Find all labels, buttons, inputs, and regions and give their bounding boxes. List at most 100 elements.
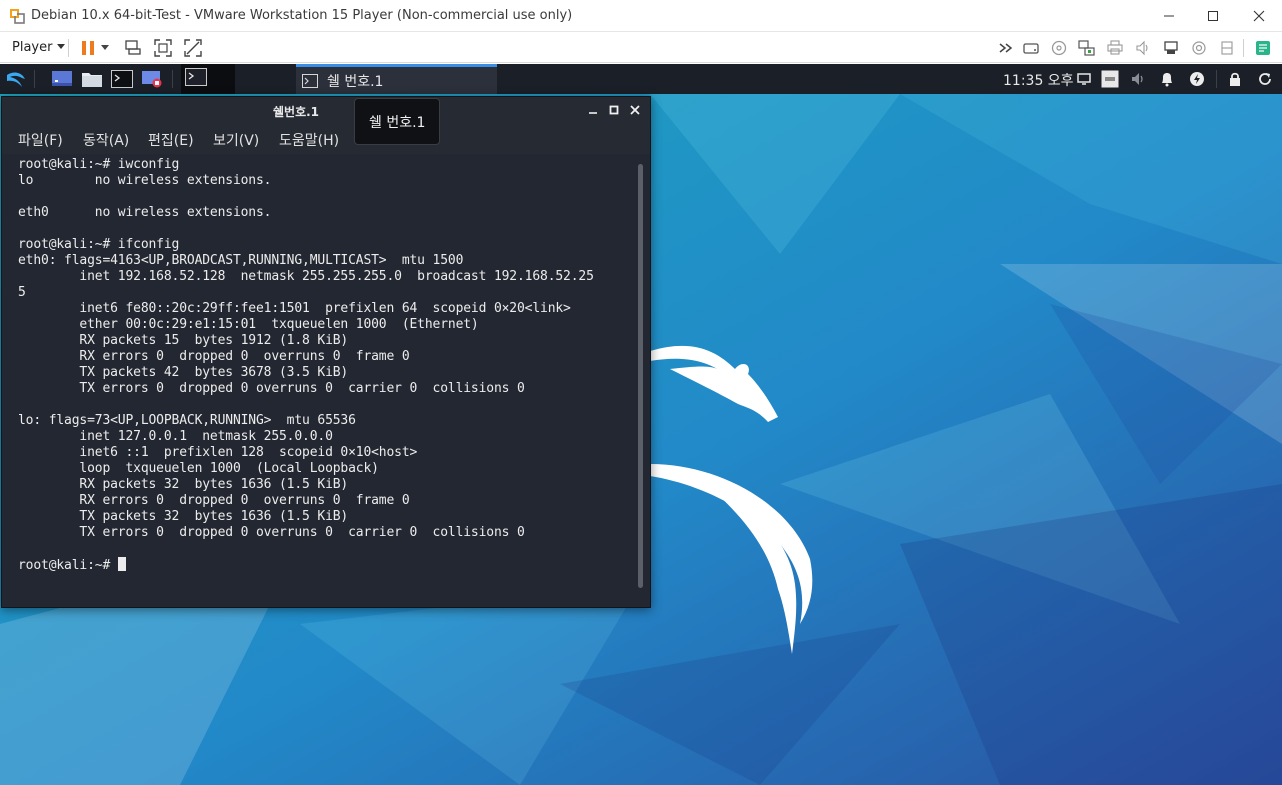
hdd-icon xyxy=(1023,43,1039,54)
pause-dropdown-button[interactable] xyxy=(97,37,113,59)
workspace-switcher[interactable] xyxy=(181,64,235,94)
launcher-screen-recorder[interactable] xyxy=(140,68,164,90)
lock-screen-button[interactable] xyxy=(1226,70,1244,88)
refresh-icon xyxy=(1259,73,1271,85)
power-icon xyxy=(1190,72,1204,86)
panel-divider xyxy=(172,70,173,88)
terminal-icon xyxy=(302,73,318,88)
hdd-button[interactable] xyxy=(1020,37,1042,59)
unity-button[interactable] xyxy=(182,37,204,59)
taskbar-tooltip: 쉘 번호.1 xyxy=(354,98,441,145)
display-tray-button[interactable] xyxy=(1075,70,1093,88)
cd-icon xyxy=(1051,40,1067,56)
menu-actions[interactable]: 동작(A) xyxy=(83,130,129,150)
minimize-icon xyxy=(589,112,597,114)
pause-button[interactable] xyxy=(77,37,99,59)
terminal-prompt: root@kali:~# xyxy=(18,558,118,573)
chevron-down-icon xyxy=(101,45,109,50)
terminal-icon xyxy=(111,70,133,88)
launcher-terminal[interactable] xyxy=(110,68,134,90)
recorder-icon xyxy=(142,71,162,88)
terminal-title: 쉘번호.1 xyxy=(272,105,320,119)
toolbar-divider xyxy=(1243,39,1244,57)
printer-icon xyxy=(1107,40,1123,55)
send-ctrl-alt-del-button[interactable] xyxy=(122,37,144,59)
fullscreen-button[interactable] xyxy=(152,37,174,59)
window-title: Debian 10.x 64-bit-Test - VMware Worksta… xyxy=(31,8,573,23)
send-ctrl-alt-del-icon xyxy=(125,40,141,55)
close-icon xyxy=(1253,10,1265,22)
network-icon xyxy=(1078,40,1095,56)
terminal-maximize-button[interactable] xyxy=(606,102,622,118)
menu-edit[interactable]: 편집(E) xyxy=(148,130,194,150)
terminal-close-button[interactable] xyxy=(627,102,643,118)
workspace-preview-icon xyxy=(185,68,207,86)
panel-divider xyxy=(1216,70,1217,88)
terminal-window[interactable]: 쉘번호.1 파일(F) 동작(A) 편집(E) 보기(V) 도움말(H) roo… xyxy=(1,96,651,608)
menu-help[interactable]: 도움말(H) xyxy=(279,130,339,150)
hdd-icon xyxy=(1221,41,1233,55)
menu-file[interactable]: 파일(F) xyxy=(18,130,63,150)
message-log-button[interactable] xyxy=(1252,37,1274,59)
usb-icon xyxy=(1164,41,1178,54)
maximize-icon xyxy=(1208,11,1218,21)
camera-button[interactable] xyxy=(1188,37,1210,59)
printer-button[interactable] xyxy=(1104,37,1126,59)
volume-icon xyxy=(1132,73,1143,85)
guest-display[interactable]: 쉘 번호.1 11:35 오후 쉘번호.1 파일(F) 동작(A) 편집(E) … xyxy=(0,64,1282,785)
more-devices-button[interactable] xyxy=(995,37,1017,59)
taskbar-terminal-label: 쉘 번호.1 xyxy=(327,73,384,90)
folder-icon xyxy=(82,73,102,87)
bell-icon xyxy=(1162,73,1172,87)
unity-icon xyxy=(184,39,202,57)
sound-icon xyxy=(1136,40,1148,56)
player-menu-label: Player xyxy=(12,39,53,55)
more-icon xyxy=(999,43,1013,53)
volume-button[interactable] xyxy=(1129,70,1147,88)
launcher-files[interactable] xyxy=(80,68,104,90)
panel-divider xyxy=(34,70,35,88)
storage-button[interactable] xyxy=(1216,37,1238,59)
terminal-title-bar[interactable]: 쉘번호.1 xyxy=(2,97,650,124)
minimize-button[interactable] xyxy=(1146,0,1192,32)
terminal-scrollbar[interactable] xyxy=(634,154,650,607)
sound-button[interactable] xyxy=(1132,37,1154,59)
lock-icon xyxy=(1230,72,1240,86)
terminal-output: root@kali:~# iwconfig lo no wireless ext… xyxy=(18,157,594,574)
applications-menu-button[interactable] xyxy=(3,68,29,90)
terminal-output-area[interactable]: root@kali:~# iwconfig lo no wireless ext… xyxy=(2,154,634,607)
maximize-button[interactable] xyxy=(1190,0,1236,32)
close-icon xyxy=(630,105,640,115)
pause-icon xyxy=(82,41,94,55)
fullscreen-icon xyxy=(154,39,172,57)
launcher-desktop[interactable] xyxy=(50,68,74,90)
vm-title-bar: Debian 10.x 64-bit-Test - VMware Worksta… xyxy=(0,0,1282,32)
usb-button[interactable] xyxy=(1160,37,1182,59)
scrollbar-thumb[interactable] xyxy=(638,164,643,588)
cd-button[interactable] xyxy=(1048,37,1070,59)
desktop-icon xyxy=(52,71,72,86)
message-icon xyxy=(1256,41,1270,55)
notifications-button[interactable] xyxy=(1158,70,1176,88)
panel-clock[interactable]: 11:35 오후 xyxy=(1003,70,1074,90)
logout-button[interactable] xyxy=(1256,70,1274,88)
minimize-icon xyxy=(1164,15,1174,17)
power-manager-button[interactable] xyxy=(1188,70,1206,88)
toolbar-divider xyxy=(68,39,69,57)
kali-top-panel: 쉘 번호.1 11:35 오후 xyxy=(0,64,1282,94)
kali-logo-icon xyxy=(7,72,25,87)
player-menu-button[interactable]: Player xyxy=(6,36,69,58)
terminal-minimize-button[interactable] xyxy=(585,102,601,118)
terminal-output-text: root@kali:~# iwconfig lo no wireless ext… xyxy=(18,157,594,540)
taskbar-terminal-button[interactable]: 쉘 번호.1 xyxy=(296,64,497,94)
terminal-menu-bar: 파일(F) 동작(A) 편집(E) 보기(V) 도움말(H) xyxy=(2,124,650,154)
keyboard-layout-button[interactable] xyxy=(1101,70,1119,88)
close-button[interactable] xyxy=(1236,0,1282,32)
vm-toolbar: Player xyxy=(0,32,1282,63)
keyboard-icon xyxy=(1101,70,1119,88)
vmware-logo-icon xyxy=(10,9,25,24)
menu-view[interactable]: 보기(V) xyxy=(213,130,259,150)
chevron-down-icon xyxy=(57,44,66,49)
camera-icon xyxy=(1192,41,1206,55)
network-button[interactable] xyxy=(1076,37,1098,59)
